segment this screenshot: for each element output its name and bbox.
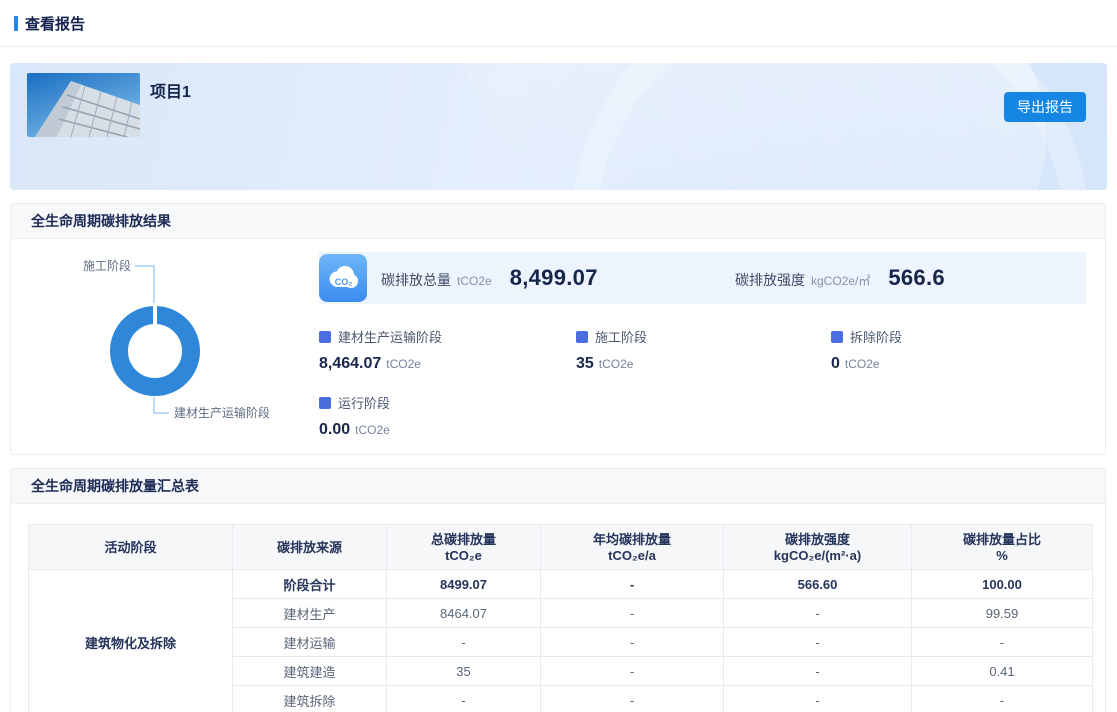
- total-cell: 8499.07: [387, 570, 541, 599]
- legend-label: 建材生产运输阶段: [338, 327, 442, 346]
- legend-label: 运行阶段: [338, 393, 390, 412]
- intensity-cell: -: [724, 628, 912, 657]
- source-cell: 建材运输: [233, 628, 387, 657]
- donut-chart: 施工阶段 建材生产运输阶段: [11, 239, 311, 455]
- summary-table: 活动阶段碳排放来源总碳排放量tCO₂e年均碳排放量tCO₂e/a碳排放强度kgC…: [28, 524, 1093, 712]
- svg-text:CO₂: CO₂: [335, 277, 353, 287]
- total-cell: 8464.07: [387, 599, 541, 628]
- intensity-cell: -: [724, 657, 912, 686]
- export-report-button[interactable]: 导出报告: [1004, 92, 1086, 122]
- callout-line: [154, 397, 169, 413]
- page-header: 查看报告: [0, 0, 1117, 47]
- total-cell: -: [387, 628, 541, 657]
- column-header: 碳排放强度kgCO₂e/(m²·a): [724, 525, 912, 570]
- legend-item: 运行阶段 0.00 tCO2e: [319, 393, 576, 439]
- callout-line: [135, 266, 154, 303]
- callout-label-materials: 建材生产运输阶段: [174, 405, 270, 420]
- source-cell: 建筑建造: [233, 657, 387, 686]
- stat-label: 碳排放强度: [735, 270, 805, 290]
- legend-value: 0.00: [319, 421, 350, 438]
- legend-item: 拆除阶段 0 tCO2e: [831, 327, 1091, 373]
- legend-item: 建材生产运输阶段 8,464.07 tCO2e: [319, 327, 576, 373]
- annual-cell: -: [541, 628, 724, 657]
- column-header: 年均碳排放量tCO₂e/a: [541, 525, 724, 570]
- column-header: 总碳排放量tCO₂e: [387, 525, 541, 570]
- total-emission-stat: 碳排放总量 tCO2e 8,499.07: [381, 265, 598, 291]
- summary-table-body: 建筑物化及拆除阶段合计8499.07-566.60100.00建材生产8464.…: [29, 570, 1093, 712]
- legend-item: 施工阶段35 tCO2e: [576, 327, 831, 373]
- legend-value: 0: [831, 355, 840, 372]
- source-cell: 建材生产: [233, 599, 387, 628]
- stat-label: 碳排放总量: [381, 270, 451, 290]
- emission-intensity-stat: 碳排放强度 kgCO2e/㎡ 566.6: [735, 265, 945, 291]
- activity-stage-cell: 建筑物化及拆除: [29, 570, 233, 712]
- section-title: 全生命周期碳排放结果: [11, 204, 1105, 239]
- column-header: 活动阶段: [29, 525, 233, 570]
- legend-marker-icon: [319, 397, 331, 409]
- section-title: 全生命周期碳排放量汇总表: [11, 469, 1105, 504]
- annual-cell: -: [541, 570, 724, 599]
- legend-marker-icon: [576, 331, 588, 343]
- ratio-cell: 99.59: [912, 599, 1093, 628]
- legend-marker-icon: [319, 331, 331, 343]
- intensity-cell: -: [724, 599, 912, 628]
- lifecycle-result-card: 全生命周期碳排放结果 施工阶段 建材生产运输阶段: [10, 203, 1106, 455]
- totals-strip: CO₂ 碳排放总量 tCO2e 8,499.07 碳排放强度 kgCO2e/㎡ …: [319, 252, 1086, 304]
- intensity-cell: -: [724, 686, 912, 712]
- stat-value: 8,499.07: [510, 265, 598, 291]
- column-header: 碳排放量占比%: [912, 525, 1093, 570]
- annual-cell: -: [541, 657, 724, 686]
- annual-cell: -: [541, 599, 724, 628]
- legend-value: 8,464.07: [319, 355, 381, 372]
- project-name: 项目1: [150, 78, 191, 102]
- legend-value: 35: [576, 355, 594, 372]
- ratio-cell: 100.00: [912, 570, 1093, 599]
- summary-table-card: 全生命周期碳排放量汇总表 活动阶段碳排放来源总碳排放量tCO₂e年均碳排放量tC…: [10, 468, 1106, 712]
- intensity-cell: 566.60: [724, 570, 912, 599]
- legend-label: 拆除阶段: [850, 327, 902, 346]
- callout-label-construction: 施工阶段: [83, 258, 131, 273]
- legend-unit: tCO2e: [845, 357, 880, 371]
- total-cell: 35: [387, 657, 541, 686]
- ratio-cell: -: [912, 628, 1093, 657]
- source-cell: 阶段合计: [233, 570, 387, 599]
- annual-cell: -: [541, 686, 724, 712]
- page-title: 查看报告: [25, 13, 85, 34]
- legend-unit: tCO2e: [386, 357, 421, 371]
- accent-bar-icon: [14, 16, 18, 31]
- ratio-cell: 0.41: [912, 657, 1093, 686]
- legend-label: 施工阶段: [595, 327, 647, 346]
- co2-cloud-icon: CO₂: [319, 254, 367, 302]
- project-card: 项目1 导出报告 建设地点: 总建筑面积:300㎡ 使用年限:50年: [10, 63, 1107, 190]
- project-thumbnail: [27, 73, 140, 137]
- legend-unit: tCO2e: [355, 423, 390, 437]
- table-row: 建筑物化及拆除阶段合计8499.07-566.60100.00: [29, 570, 1093, 599]
- stat-unit: tCO2e: [457, 274, 492, 288]
- summary-table-header-row: 活动阶段碳排放来源总碳排放量tCO₂e年均碳排放量tCO₂e/a碳排放强度kgC…: [29, 525, 1093, 570]
- legend-grid: 建材生产运输阶段 8,464.07 tCO2e 施工阶段35 tCO2e 拆除阶段 0 tCO…: [319, 327, 1091, 439]
- column-header: 碳排放来源: [233, 525, 387, 570]
- ratio-cell: -: [912, 686, 1093, 712]
- legend-marker-icon: [831, 331, 843, 343]
- legend-unit: tCO2e: [599, 357, 634, 371]
- stat-unit: kgCO2e/㎡: [811, 272, 870, 289]
- total-cell: -: [387, 686, 541, 712]
- source-cell: 建筑拆除: [233, 686, 387, 712]
- stat-value: 566.6: [888, 265, 945, 291]
